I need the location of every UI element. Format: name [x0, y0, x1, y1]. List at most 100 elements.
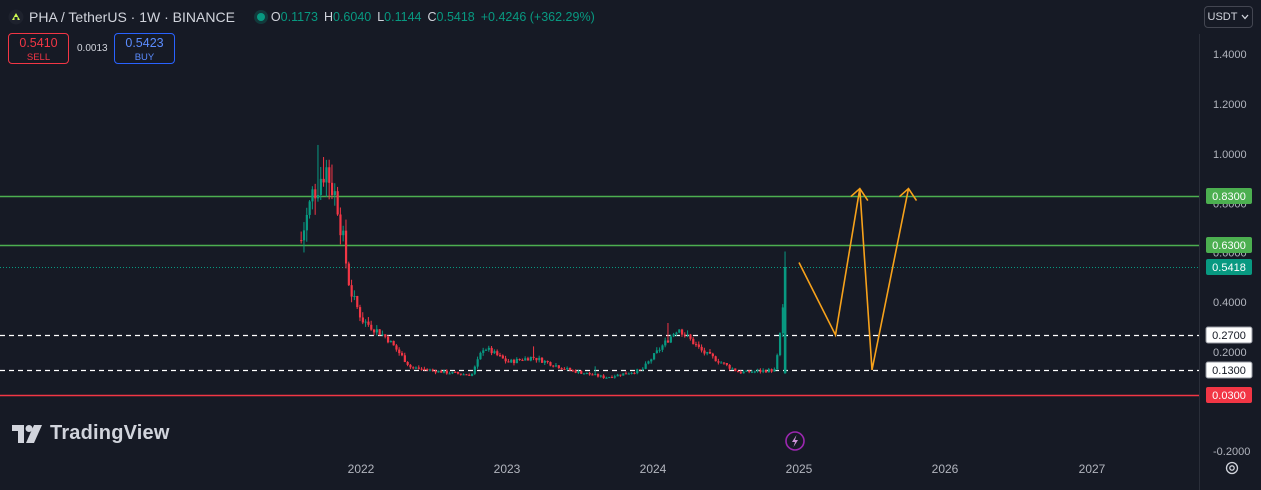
- projection-path[interactable]: [798, 188, 910, 371]
- candle-body: [482, 350, 485, 353]
- candle-body: [501, 355, 504, 359]
- candle-body: [381, 334, 384, 336]
- candle-body: [300, 240, 303, 242]
- candle-body: [470, 373, 474, 376]
- candle-body: [431, 369, 434, 371]
- pha-logo-icon: [8, 9, 24, 25]
- candle-body: [302, 230, 306, 241]
- candle-body: [409, 364, 412, 368]
- candle-body: [574, 370, 577, 373]
- candle-body: [347, 263, 350, 286]
- candle-body: [532, 356, 535, 358]
- candle-body: [314, 189, 317, 199]
- candle-body: [417, 367, 420, 369]
- candle-body: [325, 167, 328, 183]
- currency-selector[interactable]: USDT: [1204, 6, 1253, 28]
- candle-body: [680, 329, 684, 335]
- buy-label: BUY: [134, 52, 155, 63]
- candle-body: [560, 368, 563, 370]
- candle-body: [636, 369, 639, 374]
- candle-body: [529, 356, 532, 361]
- candle-body: [672, 334, 675, 337]
- y-tick-label: 0.2000: [1213, 347, 1247, 359]
- candle-body: [666, 340, 670, 343]
- candle-body: [476, 359, 479, 367]
- candle-body: [616, 374, 619, 377]
- candle-body: [714, 356, 717, 362]
- tradingview-watermark[interactable]: TradingView: [12, 422, 170, 445]
- candle-body: [783, 267, 787, 374]
- candle-body: [599, 375, 602, 377]
- close-label: C: [427, 10, 437, 24]
- close-value: 0.5418: [436, 10, 475, 24]
- price-axis-label: 0.8300: [1212, 191, 1246, 203]
- watermark-text: TradingView: [50, 422, 170, 444]
- price-chart[interactable]: 1.40001.20001.00000.80000.60000.40000.20…: [0, 0, 1261, 490]
- candle-body: [356, 295, 359, 308]
- candle-body: [336, 191, 339, 215]
- candle-body: [305, 214, 308, 231]
- candle-body: [328, 167, 331, 183]
- candle-body: [734, 368, 737, 372]
- candle-body: [756, 370, 759, 372]
- candle-body: [538, 357, 541, 361]
- candle-body: [479, 352, 482, 360]
- candle-body: [459, 373, 462, 375]
- lightning-icon: [792, 435, 798, 447]
- candle-body: [350, 285, 353, 297]
- candle-body: [392, 340, 395, 346]
- candle-body: [308, 201, 311, 215]
- candle-body: [462, 374, 465, 376]
- candle-body: [706, 351, 709, 354]
- candle-body: [736, 371, 740, 373]
- candle-body: [448, 373, 451, 375]
- candle-body: [571, 370, 574, 372]
- candle-body: [468, 374, 471, 376]
- candle-body: [658, 349, 661, 351]
- sell-price: 0.5410: [19, 36, 58, 50]
- spread-value: 0.0013: [77, 43, 108, 54]
- y-tick-label: 1.0000: [1213, 149, 1247, 161]
- candle-body: [543, 360, 546, 363]
- candle-body: [731, 368, 734, 370]
- symbol-title[interactable]: PHA / TetherUS · 1W · BINANCE: [29, 9, 235, 25]
- candle-body: [518, 358, 521, 361]
- x-tick-label: 2026: [932, 462, 959, 476]
- candle-body: [342, 230, 345, 236]
- candle-body: [644, 363, 647, 369]
- candle-body: [490, 347, 493, 354]
- price-axis-label: 0.5418: [1212, 262, 1246, 274]
- candle-body: [400, 353, 404, 356]
- candle-body: [412, 367, 415, 369]
- settings-gear-icon[interactable]: [1224, 460, 1240, 476]
- candle-body: [582, 373, 586, 375]
- candle-body: [428, 369, 432, 371]
- candle-body: [386, 336, 390, 343]
- candle-body: [372, 329, 376, 333]
- sell-button[interactable]: 0.5410 SELL: [8, 33, 69, 64]
- candle-body: [700, 346, 703, 351]
- candle-body: [678, 329, 681, 333]
- candle-body: [610, 377, 614, 379]
- candle-body: [689, 334, 692, 339]
- candle-body: [420, 368, 423, 370]
- candle-body: [378, 329, 381, 336]
- candle-body: [585, 372, 588, 374]
- candle-body: [414, 367, 418, 369]
- candle-body: [364, 321, 367, 323]
- candle-body: [748, 370, 751, 373]
- candle-body: [692, 338, 695, 345]
- candle-body: [588, 372, 591, 375]
- x-tick-label: 2025: [786, 462, 813, 476]
- candle-body: [496, 351, 499, 356]
- candle-body: [406, 361, 409, 365]
- candle-body: [708, 351, 712, 354]
- candle-body: [711, 353, 714, 357]
- candle-body: [781, 307, 784, 334]
- buy-button[interactable]: 0.5423 BUY: [114, 33, 175, 64]
- candle-body: [770, 369, 773, 372]
- market-open-indicator: [256, 13, 265, 21]
- candle-body: [333, 191, 336, 196]
- candle-body: [524, 358, 527, 361]
- candle-body: [759, 370, 762, 372]
